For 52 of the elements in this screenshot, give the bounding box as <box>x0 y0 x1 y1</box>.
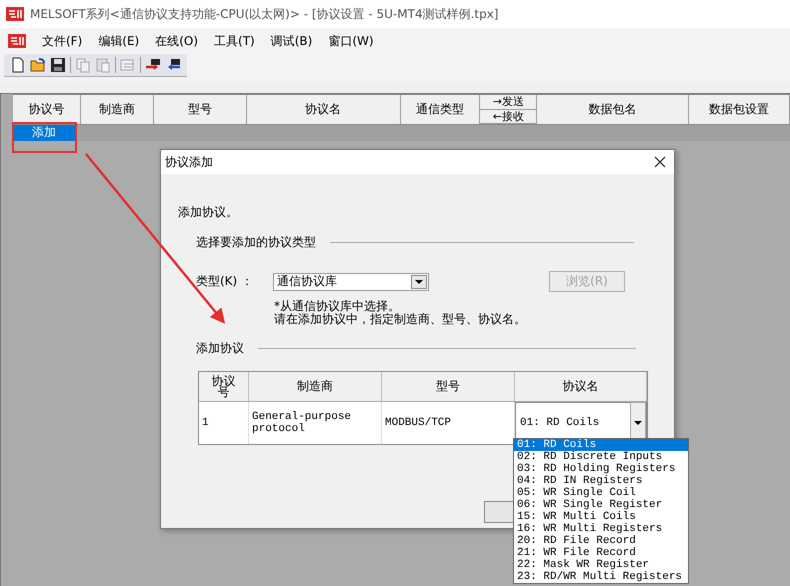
column-header: 制造商 <box>80 95 154 124</box>
note-text: 请在添加协议中，指定制造商、型号、协议名。 <box>274 313 527 326</box>
section-heading: 添加协议 <box>196 340 244 357</box>
type-label: 类型(K) ： <box>196 273 254 290</box>
column-header: 数据包设置 <box>689 95 790 124</box>
dropdown-option[interactable]: 04: RD IN Registers <box>514 475 688 487</box>
table-cell: 1 <box>199 402 249 444</box>
dropdown-option[interactable]: 16: WR Multi Registers <box>514 523 688 535</box>
new-file-icon[interactable] <box>10 57 26 73</box>
column-header: 型号 <box>154 95 247 124</box>
type-select[interactable]: 通信协议库 <box>273 272 429 290</box>
write-to-device-icon[interactable] <box>145 57 161 73</box>
section-heading: 选择要添加的协议类型 <box>196 234 316 251</box>
dropdown-option[interactable]: 02: RD Discrete Inputs <box>514 451 688 463</box>
window-title: MELSOFT系列<通信协议支持功能-CPU(以太网)> - [协议设置 - 5U-MT4测试样例.tpx] <box>30 6 498 22</box>
dropdown-option[interactable]: 05: WR Single Coil <box>514 487 688 499</box>
dialog-button[interactable] <box>484 501 516 523</box>
dropdown-option[interactable]: 03: RD Holding Registers <box>514 463 688 475</box>
column-header: ←接收 <box>480 110 536 124</box>
table-cell: General-purpose protocol <box>249 402 382 444</box>
column-header: 型号 <box>382 372 515 401</box>
column-header: 数据包名 <box>537 95 690 124</box>
menu-item[interactable]: 工具(T) <box>206 32 263 50</box>
dropdown-option[interactable]: 15: WR Multi Coils <box>514 511 688 523</box>
dropdown-option[interactable]: 06: WR Single Register <box>514 499 688 511</box>
column-header: 协议号 <box>13 95 81 124</box>
menu-item[interactable]: 窗口(W) <box>320 32 382 50</box>
save-icon[interactable] <box>50 57 66 73</box>
note-text: *从通信协议库中选择。 <box>274 300 401 313</box>
dropdown-option[interactable]: 01: RD Coils <box>514 439 688 451</box>
column-header: 协议名 <box>246 95 401 124</box>
app-logo-icon <box>6 7 24 21</box>
menu-item[interactable]: 在线(O) <box>147 32 206 50</box>
intro-text: 添加协议。 <box>178 204 239 221</box>
menu-item[interactable]: 编辑(E) <box>90 32 148 50</box>
column-header: 通信类型 <box>400 95 480 124</box>
dropdown-option[interactable]: 20: RD File Record <box>514 535 688 547</box>
column-header: →发送 <box>480 95 536 110</box>
highlight-frame <box>12 122 77 153</box>
column-header: 协议号 <box>199 372 249 401</box>
app-logo-icon <box>8 34 26 48</box>
dropdown-option[interactable]: 23: RD/WR Multi Registers <box>514 571 688 583</box>
close-icon[interactable] <box>654 156 666 168</box>
open-folder-icon[interactable] <box>30 57 46 73</box>
column-header: 制造商 <box>249 372 382 401</box>
menu-item[interactable]: 调试(B) <box>262 32 320 50</box>
dialog-title: 协议添加 <box>165 154 213 170</box>
menu-item[interactable]: 文件(F) <box>34 32 90 50</box>
add-row-cell[interactable]: 添加 <box>13 125 75 141</box>
dropdown-option[interactable]: 21: WR File Record <box>514 547 688 559</box>
column-header: 协议名 <box>515 372 647 401</box>
dropdown-option[interactable]: 22: Mask WR Register <box>514 559 688 571</box>
